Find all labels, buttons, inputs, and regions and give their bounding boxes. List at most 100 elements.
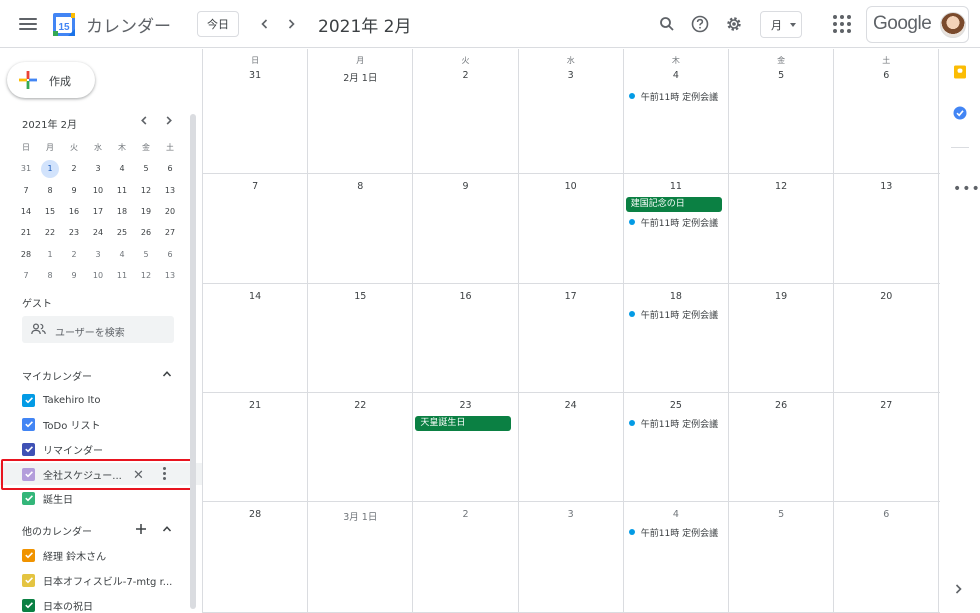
day-cell[interactable]: 25 午前11時 定例会議 [624,393,729,501]
tasks-icon[interactable] [953,106,967,120]
mini-day[interactable]: 16 [62,207,86,216]
mini-day[interactable]: 8 [38,271,62,280]
mini-day[interactable]: 26 [134,228,158,237]
day-number[interactable]: 22 [308,400,412,411]
calendar-item[interactable]: 日本の祝日 [0,594,202,613]
mini-day[interactable]: 13 [158,271,182,280]
day-number[interactable]: 18 [624,291,728,302]
day-number[interactable]: 2 [413,509,517,520]
prev-month-icon[interactable] [253,12,277,36]
account-switcher[interactable]: Google [866,6,969,43]
day-number[interactable]: 15 [308,291,412,302]
mini-day-selected[interactable]: 1 [38,159,62,178]
mini-day[interactable]: 8 [38,186,62,195]
day-number[interactable]: 21 [203,400,307,411]
day-number[interactable]: 3 [519,70,623,81]
mini-day[interactable]: 7 [14,186,38,195]
mini-day[interactable]: 17 [86,207,110,216]
holiday-event[interactable]: 天皇誕生日 [415,416,512,431]
mini-day[interactable]: 1 [38,250,62,259]
day-cell[interactable]: 14 [203,284,309,392]
timed-event[interactable]: 午前11時 定例会議 [628,416,718,430]
day-cell[interactable]: 13 [834,174,940,283]
day-cell[interactable]: 27 [834,393,940,501]
calendar-item[interactable]: 誕生日 [0,487,202,509]
mini-day[interactable]: 25 [110,228,134,237]
mini-day[interactable]: 21 [14,228,38,237]
timed-event[interactable]: 午前11時 定例会議 [628,89,718,103]
mini-day[interactable]: 12 [134,271,158,280]
mini-day[interactable]: 14 [14,207,38,216]
day-cell[interactable]: 26 [729,393,835,501]
timed-event[interactable]: 午前11時 定例会議 [628,525,718,539]
expand-panel-icon[interactable] [953,582,963,598]
keep-icon[interactable] [953,65,967,79]
help-icon[interactable] [688,12,712,36]
other-calendars-label[interactable]: 他のカレンダー [22,523,92,538]
mini-day[interactable]: 20 [158,207,182,216]
day-cell[interactable]: 12 [729,174,835,283]
today-button[interactable]: 今日 [197,11,239,37]
holiday-event[interactable]: 建国記念の日 [625,197,722,212]
mini-day[interactable]: 10 [86,271,110,280]
day-cell[interactable]: 5 [729,502,835,612]
mini-day[interactable]: 11 [110,186,134,195]
day-cell[interactable]: 17 [519,284,624,392]
mini-day[interactable]: 5 [134,250,158,259]
calendar-item[interactable]: リマインダー [0,438,202,460]
day-cell[interactable]: 9 [413,174,519,283]
mini-day[interactable]: 7 [14,271,38,280]
main-menu-icon[interactable] [16,12,40,36]
mini-day[interactable]: 12 [134,186,158,195]
day-number[interactable]: 28 [203,509,307,520]
mini-day[interactable]: 3 [86,164,110,173]
mini-day[interactable]: 27 [158,228,182,237]
mini-day[interactable]: 15 [38,207,62,216]
day-cell[interactable]: 3 [519,502,624,612]
day-cell[interactable]: 10 [519,174,624,283]
mini-day[interactable]: 22 [38,228,62,237]
day-number[interactable]: 6 [834,509,938,520]
day-cell[interactable]: 23 天皇誕生日 [413,393,519,501]
day-cell[interactable]: 木 4 午前11時 定例会議 [624,49,729,173]
day-number[interactable]: 19 [729,291,833,302]
day-number[interactable]: 3 [519,509,623,520]
day-cell[interactable]: 4 午前11時 定例会議 [624,502,729,612]
mini-day[interactable]: 28 [14,250,38,259]
day-cell[interactable]: 土6 [834,49,940,173]
day-cell[interactable]: 7 [203,174,309,283]
day-number[interactable]: 2 [413,70,517,81]
day-cell[interactable]: 11 建国記念の日 午前11時 定例会議 [624,174,729,283]
day-number[interactable]: 25 [624,400,728,411]
day-number[interactable]: 4 [624,509,728,520]
calendar-checkbox[interactable] [22,393,35,407]
mini-day[interactable]: 23 [62,228,86,237]
settings-gear-icon[interactable] [722,12,746,36]
day-cell[interactable]: 2 [413,502,519,612]
mini-day[interactable]: 4 [110,164,134,173]
day-number[interactable]: 26 [729,400,833,411]
day-cell[interactable]: 22 [308,393,414,501]
mini-day[interactable]: 9 [62,271,86,280]
mini-day[interactable]: 9 [62,186,86,195]
calendar-item[interactable]: ToDo リスト [0,413,202,435]
day-number[interactable]: 4 [624,70,728,81]
day-cell[interactable]: 15 [308,284,414,392]
sidebar-scrollbar[interactable] [190,114,196,609]
apps-grid-icon[interactable] [833,15,851,33]
search-icon[interactable] [655,12,679,36]
mini-day[interactable]: 31 [14,164,38,173]
mini-day[interactable]: 11 [110,271,134,280]
mini-prev-month-icon[interactable] [136,113,152,129]
calendar-item[interactable]: 経理 鈴木さん [0,544,202,566]
day-cell[interactable]: 水3 [519,49,624,173]
mini-day[interactable]: 2 [62,164,86,173]
day-number[interactable]: 24 [519,400,623,411]
calendar-checkbox[interactable] [22,417,35,431]
calendar-checkbox[interactable] [22,442,35,456]
calendar-checkbox[interactable] [22,491,35,505]
day-cell[interactable]: 6 [834,502,940,612]
day-number[interactable]: 7 [203,181,307,192]
day-number[interactable]: 5 [729,70,833,81]
day-number[interactable]: 6 [834,70,938,81]
